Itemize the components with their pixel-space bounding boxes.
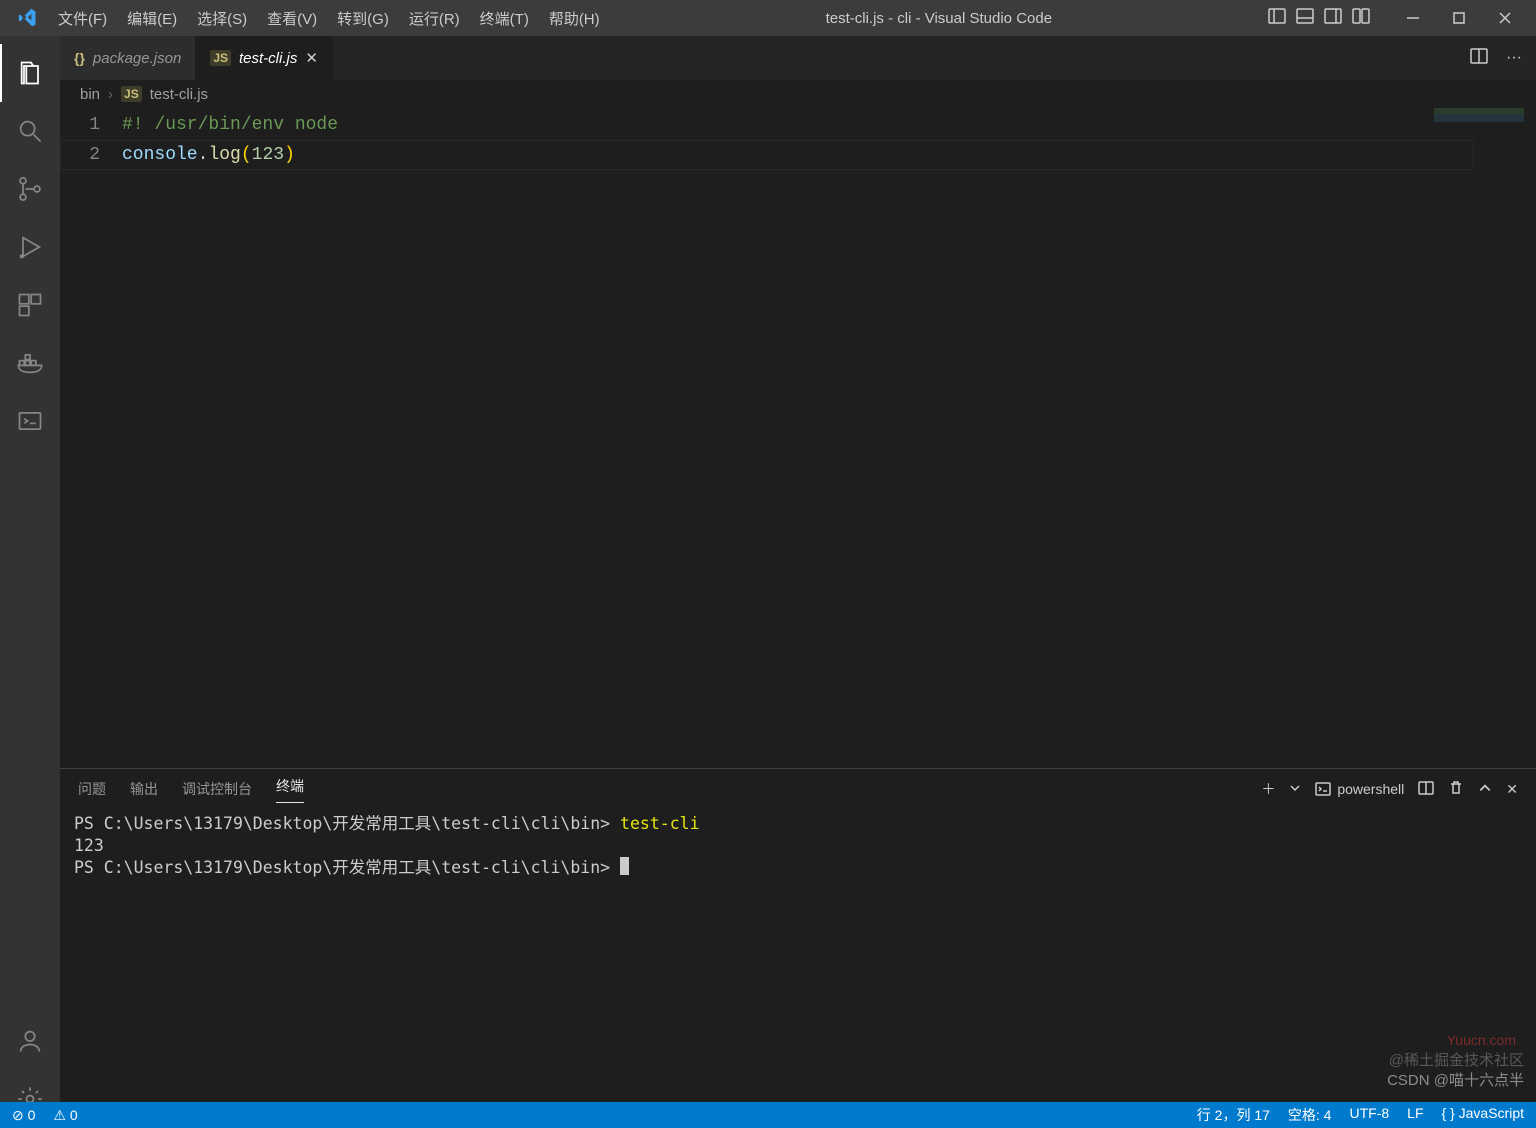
split-editor-icon[interactable]	[1470, 47, 1488, 70]
line-numbers: 1 2	[60, 108, 122, 768]
status-indent[interactable]: 空格: 4	[1288, 1105, 1332, 1125]
activity-bar	[0, 36, 60, 1128]
close-panel-icon[interactable]: ✕	[1506, 781, 1518, 798]
search-icon[interactable]	[0, 102, 60, 160]
chevron-down-icon[interactable]	[1289, 781, 1301, 797]
docker-icon[interactable]	[0, 334, 60, 392]
panel-tabs: 问题 输出 调试控制台 终端 ＋ powershell ✕	[60, 769, 1536, 809]
split-terminal-icon[interactable]	[1418, 780, 1434, 799]
minimize-button[interactable]	[1390, 0, 1436, 36]
code-editor[interactable]: 1 2 #! /usr/bin/env node console.log(123…	[60, 108, 1536, 768]
menu-terminal[interactable]: 终端(T)	[470, 4, 539, 33]
code-content[interactable]: #! /usr/bin/env node console.log(123)	[122, 108, 1536, 768]
breadcrumb-file[interactable]: test-cli.js	[150, 86, 208, 103]
window-controls	[1390, 0, 1528, 36]
debug-icon[interactable]	[0, 218, 60, 276]
explorer-icon[interactable]	[0, 44, 60, 102]
panel-tab-problems[interactable]: 问题	[78, 779, 106, 799]
json-icon: {}	[74, 50, 85, 66]
layout-panel-icon[interactable]	[1296, 7, 1314, 30]
status-warnings[interactable]: ⚠ 0	[53, 1107, 77, 1124]
terminal-cursor	[620, 857, 629, 875]
layout-customize-icon[interactable]	[1352, 7, 1370, 30]
chevron-right-icon: ›	[108, 86, 113, 103]
close-button[interactable]	[1482, 0, 1528, 36]
tab-package-json[interactable]: {} package.json	[60, 36, 196, 80]
status-encoding[interactable]: UTF-8	[1349, 1105, 1389, 1125]
js-icon: JS	[210, 50, 231, 66]
breadcrumb[interactable]: bin › JS test-cli.js	[60, 80, 1536, 108]
more-icon[interactable]: ···	[1506, 49, 1522, 67]
extensions-icon[interactable]	[0, 276, 60, 334]
new-terminal-icon[interactable]: ＋	[1261, 779, 1275, 799]
maximize-button[interactable]	[1436, 0, 1482, 36]
terminal[interactable]: PS C:\Users\13179\Desktop\开发常用工具\test-cl…	[60, 809, 1536, 1128]
tab-test-cli-js[interactable]: JS test-cli.js ✕	[196, 36, 333, 80]
watermark: @稀土掘金技术社区	[1389, 1049, 1524, 1070]
scm-icon[interactable]	[0, 160, 60, 218]
vscode-logo-icon	[18, 8, 38, 28]
tab-label: test-cli.js	[239, 50, 297, 67]
menu-bar: 文件(F) 编辑(E) 选择(S) 查看(V) 转到(G) 运行(R) 终端(T…	[48, 4, 610, 33]
layout-sidebar-right-icon[interactable]	[1324, 7, 1342, 30]
menu-view[interactable]: 查看(V)	[257, 4, 327, 33]
account-icon[interactable]	[0, 1012, 60, 1070]
menu-help[interactable]: 帮助(H)	[539, 4, 610, 33]
status-language[interactable]: { } JavaScript	[1442, 1105, 1525, 1125]
panel: 问题 输出 调试控制台 终端 ＋ powershell ✕ PS C	[60, 768, 1536, 1128]
chevron-up-icon[interactable]	[1478, 781, 1492, 798]
menu-goto[interactable]: 转到(G)	[327, 4, 399, 33]
panel-tab-output[interactable]: 输出	[130, 779, 158, 799]
panel-tab-debug[interactable]: 调试控制台	[182, 779, 252, 799]
status-eol[interactable]: LF	[1407, 1105, 1423, 1125]
trash-icon[interactable]	[1448, 780, 1464, 799]
layout-sidebar-left-icon[interactable]	[1268, 7, 1286, 30]
status-bar: ⊘ 0 ⚠ 0 行 2，列 17 空格: 4 UTF-8 LF { } Java…	[0, 1102, 1536, 1128]
menu-select[interactable]: 选择(S)	[187, 4, 257, 33]
close-icon[interactable]: ✕	[305, 49, 318, 67]
code-line-1: #! /usr/bin/env node	[122, 115, 338, 135]
breadcrumb-dir[interactable]: bin	[80, 86, 100, 103]
terminal-command: test-cli	[620, 814, 699, 833]
panel-tab-terminal[interactable]: 终端	[276, 776, 304, 803]
console-icon[interactable]	[0, 392, 60, 450]
tab-label: package.json	[93, 50, 181, 67]
minimap[interactable]	[1434, 108, 1524, 122]
status-errors[interactable]: ⊘ 0	[12, 1107, 35, 1124]
code-line-2: console.log(123)	[122, 145, 295, 165]
menu-file[interactable]: 文件(F)	[48, 4, 117, 33]
watermark: CSDN @喵十六点半	[1387, 1069, 1524, 1090]
terminal-prompt: PS C:\Users\13179\Desktop\开发常用工具\test-cl…	[74, 858, 620, 877]
terminal-prompt: PS C:\Users\13179\Desktop\开发常用工具\test-cl…	[74, 814, 620, 833]
layout-controls	[1268, 7, 1370, 30]
editor-tabs: {} package.json JS test-cli.js ✕ ···	[60, 36, 1536, 80]
menu-run[interactable]: 运行(R)	[399, 4, 470, 33]
terminal-shell-selector[interactable]: powershell	[1315, 781, 1404, 797]
status-cursor[interactable]: 行 2，列 17	[1197, 1105, 1270, 1125]
menu-edit[interactable]: 编辑(E)	[117, 4, 187, 33]
js-icon: JS	[121, 86, 142, 102]
terminal-output: 123	[74, 836, 104, 855]
title-bar: 文件(F) 编辑(E) 选择(S) 查看(V) 转到(G) 运行(R) 终端(T…	[0, 0, 1536, 36]
window-title: test-cli.js - cli - Visual Studio Code	[610, 10, 1268, 27]
watermark: Yuucn.com	[1447, 1032, 1516, 1048]
